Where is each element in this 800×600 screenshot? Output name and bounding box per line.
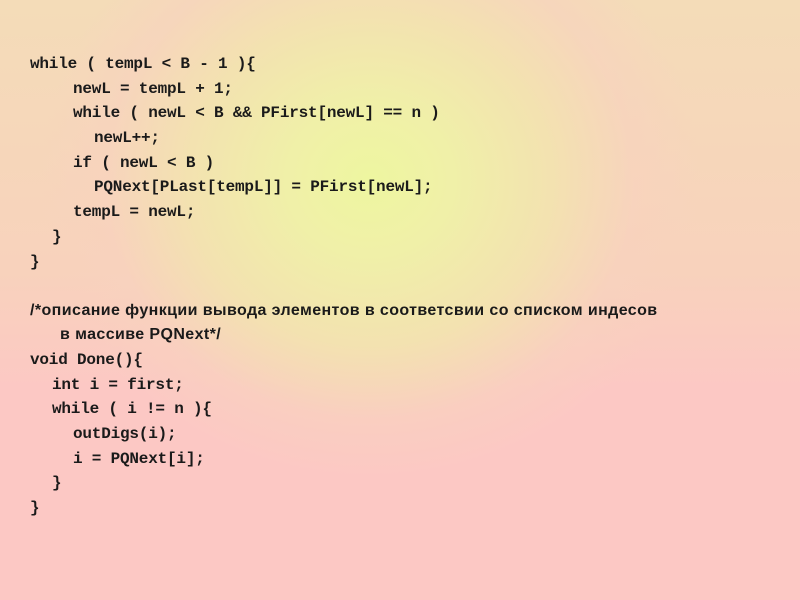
code-line: int i = first; <box>52 375 184 394</box>
code-line: while ( i != n ){ <box>52 400 212 419</box>
code-line: PQNext[PLast[tempL]] = PFirst[newL]; <box>94 178 433 197</box>
code-line: } <box>52 474 62 493</box>
comment-line: /*описание функции вывода элементов в со… <box>30 301 658 319</box>
code-line: tempL = newL; <box>73 203 196 222</box>
code-line: i = PQNext[i]; <box>73 449 205 468</box>
code-line: while ( newL < B && PFirst[newL] == n ) <box>73 104 440 123</box>
code-line: } <box>30 499 40 517</box>
code-line: void Done(){ <box>30 350 143 369</box>
code-listing: while ( tempL < B - 1 ){ newL = tempL + … <box>30 52 658 521</box>
code-line: newL++; <box>94 129 160 148</box>
code-line: newL = tempL + 1; <box>73 79 233 98</box>
code-line: } <box>30 252 40 271</box>
code-line: } <box>52 227 62 246</box>
code-line: outDigs(i); <box>73 424 177 443</box>
slide-background: while ( tempL < B - 1 ){ newL = tempL + … <box>0 0 800 600</box>
code-line: while ( tempL < B - 1 ){ <box>30 55 256 73</box>
comment-line-continued: в массиве PQNext*/ <box>60 326 222 344</box>
code-line: if ( newL < B ) <box>73 153 215 172</box>
